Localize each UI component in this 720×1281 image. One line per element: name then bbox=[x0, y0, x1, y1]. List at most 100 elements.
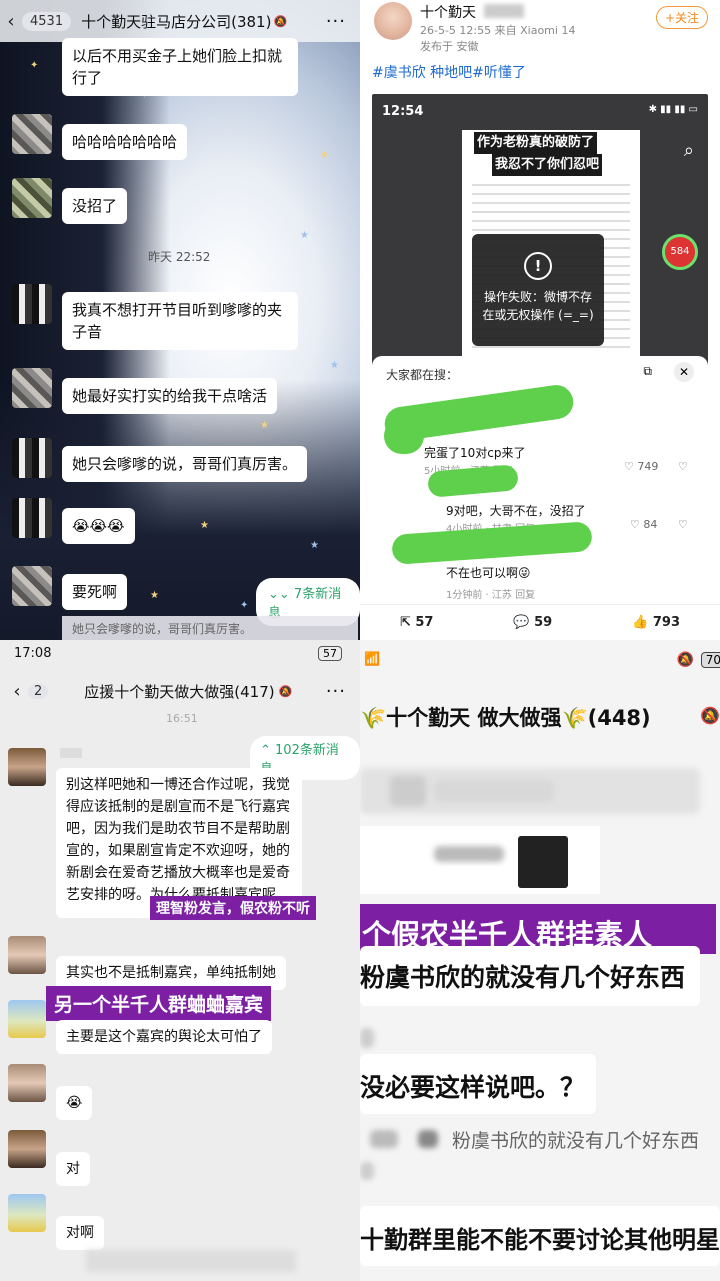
star-icon: ★ bbox=[310, 540, 319, 551]
embedded-screenshot: 12:54 ✱ ▮▮ ▮▮ ▭ 作为老粉真的破防了 我忍不了你们忍吧 ⌕ 584… bbox=[372, 94, 708, 602]
green-scribble bbox=[391, 521, 593, 565]
star-icon: ★ bbox=[300, 230, 309, 241]
star-icon: ★ bbox=[260, 420, 269, 431]
star-icon: ✦ bbox=[240, 600, 249, 611]
search-icon[interactable]: ⌕ bbox=[684, 140, 694, 161]
status-icons: ✱ ▮▮ ▮▮ ▭ bbox=[648, 104, 698, 115]
group-title: 十个勤天驻马店分公司(381) bbox=[81, 12, 272, 31]
repost-button[interactable]: ⇱ 57 bbox=[400, 615, 434, 630]
avatar bbox=[8, 936, 46, 974]
avatar bbox=[12, 284, 52, 324]
mute-icon: 🔕 bbox=[700, 706, 720, 725]
star-icon: ★ bbox=[330, 360, 339, 371]
share-icon[interactable]: ⧉ bbox=[643, 364, 652, 379]
blurred-text bbox=[370, 1130, 398, 1148]
message-bubble: 其实也不是抵制嘉宾，单纯抵制她 bbox=[56, 956, 286, 990]
battery-icon: 70 bbox=[700, 652, 720, 668]
avatar bbox=[12, 498, 52, 538]
message-bubble: 她只会嗲嗲的说，哥哥们真厉害。 bbox=[62, 446, 308, 482]
comment-text: 完蛋了10对cp来了 bbox=[424, 446, 526, 460]
like-count[interactable]: ♡ 749 bbox=[624, 460, 658, 473]
card-title-2: 我忍不了你们忍吧 bbox=[492, 154, 603, 176]
more-icon[interactable]: ··· bbox=[326, 11, 346, 32]
dislike-icon[interactable]: ♡ bbox=[678, 460, 688, 473]
like-count[interactable]: ♡ 84 bbox=[630, 518, 657, 531]
star-icon: ★ bbox=[320, 150, 329, 161]
avatar bbox=[12, 178, 52, 218]
chat-header: ‹ 4531 十个勤天驻马店分公司(381) 🔕 ··· bbox=[0, 0, 360, 42]
avatar bbox=[12, 438, 52, 478]
error-toast: ! 操作失败：微博不存 在或无权操作 (=_=) bbox=[472, 234, 604, 346]
blurred-text bbox=[360, 1028, 374, 1048]
comment-text: 9对吧，大哥不在，没招了 bbox=[446, 504, 586, 518]
timestamp: 16:51 bbox=[166, 712, 198, 725]
weibo-post-screenshot: 十个勤天 26-5-5 12:55 来自 Xiaomi 14 发布于 安徽 +关… bbox=[360, 0, 720, 640]
post-meta: 26-5-5 12:55 来自 Xiaomi 14 bbox=[420, 24, 576, 37]
red-envelope-icon[interactable]: 584 bbox=[662, 234, 698, 270]
repost-icon: ⇱ bbox=[399, 615, 411, 630]
mute-icon: 🔕 bbox=[273, 14, 288, 28]
avatar bbox=[12, 114, 52, 154]
group-title: 应援十个勤天做大做强(417) bbox=[84, 682, 275, 701]
dislike-icon[interactable]: ♡ bbox=[678, 518, 688, 531]
like-button[interactable]: 👍 793 bbox=[632, 615, 680, 630]
double-chevron-down-icon: ⌄⌄ bbox=[268, 587, 294, 602]
blurred-text bbox=[86, 1250, 296, 1272]
avatar bbox=[8, 1064, 46, 1102]
status-time: 17:08 bbox=[14, 646, 52, 661]
hashtags[interactable]: #虞书欣 种地吧#听懂了 bbox=[372, 62, 526, 82]
post-action-bar: ⇱ 57 💬 59 👍 793 bbox=[360, 604, 720, 640]
follow-button[interactable]: +关注 bbox=[655, 6, 708, 29]
close-icon[interactable]: ✕ bbox=[674, 362, 694, 382]
mute-icon: 🔕 bbox=[278, 684, 293, 698]
message-bubble: 要死啊 bbox=[62, 574, 128, 610]
comment-button[interactable]: 💬 59 bbox=[513, 615, 552, 630]
message-text: 没必要这样说吧。？ bbox=[360, 1073, 586, 1102]
star-icon: ★ bbox=[200, 520, 209, 531]
signal-icon: 📶 bbox=[364, 652, 381, 667]
toast-text: 操作失败：微博不存 在或无权操作 (=_=) bbox=[482, 290, 594, 322]
avatar bbox=[8, 748, 46, 786]
more-icon[interactable]: ··· bbox=[326, 681, 346, 702]
blurred-text bbox=[434, 846, 504, 862]
message-bubble: 以后不用买金子上她们脸上扣就 行了 bbox=[62, 38, 298, 96]
unread-badge: 4531 bbox=[22, 11, 72, 31]
battery-icon: 57 bbox=[318, 646, 342, 661]
message-bubble: 主要是这个嘉宾的舆论太可怕了 bbox=[56, 1020, 272, 1054]
status-time: 12:54 bbox=[382, 104, 424, 119]
avatar bbox=[8, 1194, 46, 1232]
quoted-message: 她只会嗲嗲的说，哥哥们真厉害。 bbox=[62, 616, 358, 640]
message-bubble: 对啊 bbox=[56, 1216, 104, 1250]
message-bubble: 对 bbox=[56, 1152, 90, 1186]
avatar bbox=[12, 566, 52, 606]
red-count: 584 bbox=[670, 246, 690, 257]
message-bubble: 哈哈哈哈哈哈哈 bbox=[62, 124, 188, 160]
comment-icon: 💬 bbox=[513, 615, 530, 630]
like-number: 749 bbox=[637, 460, 659, 473]
comment-meta: 1分钟前 · 江苏 回复 bbox=[446, 590, 536, 601]
timestamp: 昨天 22:52 bbox=[148, 250, 211, 264]
back-arrow-icon[interactable]: ‹ bbox=[0, 11, 22, 32]
chat-screenshot-1: ✦ ✦ ★ ★ ✦ ★ ★ ✦ ★ ★ ★ ✦ ‹ 4531 十个勤天驻马店分公… bbox=[0, 0, 360, 640]
star-icon: ★ bbox=[150, 590, 159, 601]
back-arrow-icon[interactable]: ‹ bbox=[6, 681, 28, 702]
avatar bbox=[8, 1000, 46, 1038]
chat-screenshot-3: 📶 🔕 70 🌾十个勤天 做大做强🌾(448) 🔕 个假农半千人群挂素人 粉虞书… bbox=[360, 640, 720, 1281]
comment-text: 不在也可以啊😜 bbox=[446, 566, 531, 580]
chevron-up-icon: ⌃ bbox=[260, 743, 276, 758]
mute-icon: 🔕 bbox=[676, 652, 694, 668]
chat-header: ‹ 2 应援十个勤天做大做强(417) 🔕 ··· bbox=[0, 674, 360, 708]
censor-blur bbox=[484, 4, 524, 18]
author-name[interactable]: 十个勤天 bbox=[420, 2, 476, 22]
search-label: 大家都在搜： bbox=[386, 368, 459, 382]
message-bubble: 我真不想打开节目听到嗲嗲的夹 子音 bbox=[62, 292, 298, 350]
avatar[interactable] bbox=[374, 2, 412, 40]
post-location: 发布于 安徽 bbox=[420, 40, 479, 53]
message-bubble: 没招了 bbox=[62, 188, 128, 224]
name-blur bbox=[60, 748, 82, 758]
blurred-text bbox=[360, 1162, 374, 1180]
image-thumbnail[interactable] bbox=[518, 836, 568, 888]
like-number: 84 bbox=[643, 518, 658, 531]
message-text: 十勤群里能不能不要讨论其他明星 bbox=[360, 1226, 720, 1254]
blurred-text bbox=[390, 776, 426, 806]
